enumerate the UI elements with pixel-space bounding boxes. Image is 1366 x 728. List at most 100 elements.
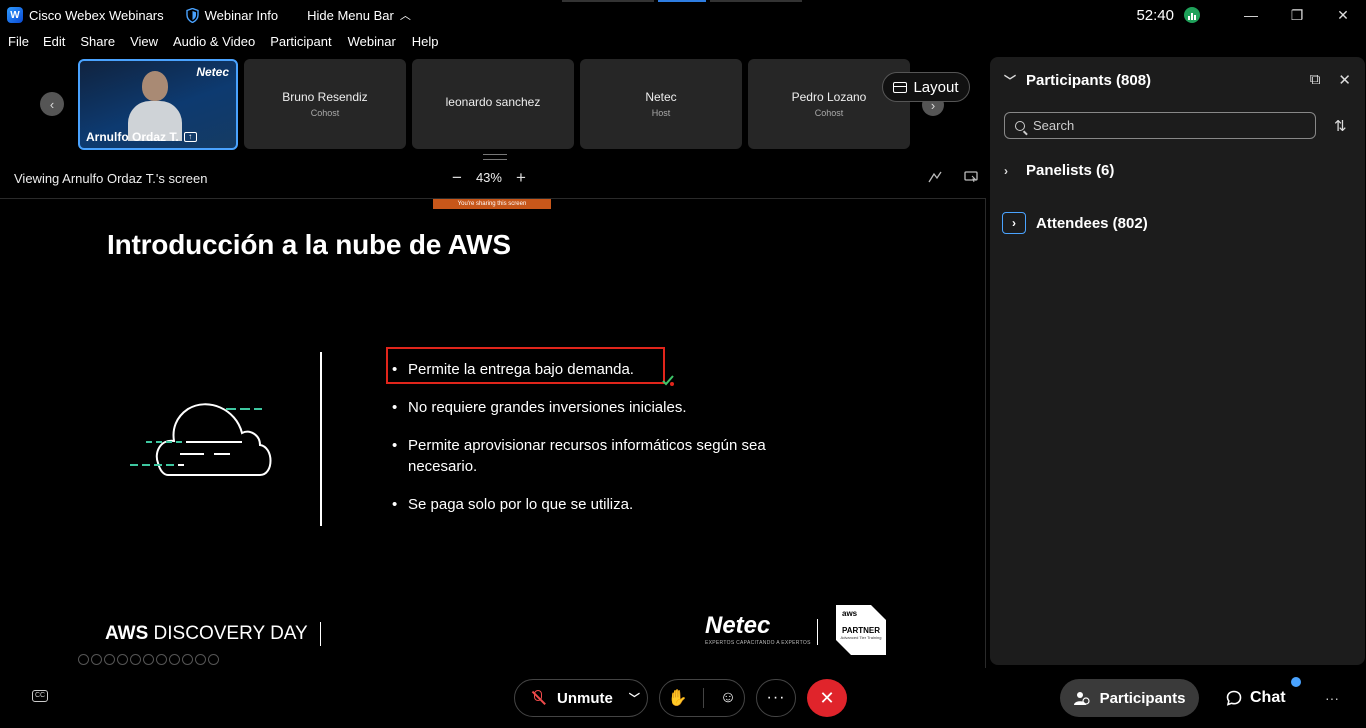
pop-out-icon[interactable]: ⧉: [1310, 71, 1321, 89]
chevron-down-icon[interactable]: ﹀: [629, 690, 640, 706]
slide-bullet: No requiere grandes inversiones iniciale…: [390, 397, 810, 418]
video-brand-text: Netec: [196, 65, 229, 79]
tile-role: Host: [651, 108, 671, 118]
top-indicator: [562, 0, 802, 3]
viewing-label: Viewing Arnulfo Ordaz T.'s screen: [14, 171, 208, 186]
zoom-control: − 43% +: [452, 169, 526, 186]
slide-bullet: Se paga solo por lo que se utiliza.: [390, 494, 810, 515]
slide-title: Introducción a la nube de AWS: [107, 229, 511, 260]
layout-button[interactable]: Layout: [882, 72, 970, 102]
footer-aws-bold: AWS: [105, 623, 149, 645]
shared-screen[interactable]: You're sharing this screen Introducción …: [0, 198, 986, 668]
attendees-label: Attendees (802): [1036, 214, 1148, 232]
participants-icon: [1073, 691, 1090, 705]
chat-button[interactable]: Chat: [1226, 679, 1286, 717]
menu-view[interactable]: View: [130, 34, 158, 54]
search-placeholder: Search: [1033, 118, 1075, 133]
app-title: W Cisco Webex Webinars: [7, 7, 164, 23]
webinar-info-button[interactable]: Webinar Info: [185, 7, 278, 23]
participant-search-input[interactable]: Search: [1004, 112, 1316, 139]
partner-label: PARTNER: [841, 626, 881, 635]
menu-participant[interactable]: Participant: [270, 34, 331, 54]
unmute-button[interactable]: Unmute ﹀: [514, 679, 648, 717]
participants-title: Participants (808): [1026, 72, 1152, 89]
chat-icon: [1226, 690, 1242, 706]
minimize-button[interactable]: —: [1228, 0, 1274, 30]
cloud-icon: [130, 403, 272, 476]
hide-menu-bar-button[interactable]: Hide Menu Bar ︿: [307, 7, 411, 23]
slide-divider: [320, 352, 322, 526]
tile-name: Pedro Lozano: [791, 90, 867, 104]
menu-file[interactable]: File: [8, 34, 29, 54]
control-bar: CC Unmute ﹀ ✋ ☺ ··· ✕ Participants Chat …: [0, 668, 1366, 728]
menu-edit[interactable]: Edit: [43, 34, 65, 54]
attendees-group[interactable]: › Attendees (802): [1002, 212, 1148, 234]
partner-aws: aws: [842, 609, 858, 618]
menu-webinar[interactable]: Webinar: [348, 34, 396, 54]
sharing-banner[interactable]: You're sharing this screen: [433, 199, 551, 209]
app-name: Cisco Webex Webinars: [29, 7, 164, 23]
chevron-right-icon: ›: [1004, 163, 1008, 178]
close-window-button[interactable]: ✕: [1320, 0, 1366, 30]
network-stats-icon[interactable]: [1184, 7, 1200, 23]
annotate-icon[interactable]: [928, 171, 942, 183]
session-timer: 52:40: [1136, 6, 1174, 24]
layout-icon: [893, 81, 908, 93]
video-tile-name: Arnulfo Ordaz T.: [86, 130, 179, 144]
screen-share-icon: ↑: [183, 132, 197, 142]
panelists-group[interactable]: › Panelists (6): [1004, 162, 1114, 179]
unmute-label: Unmute: [557, 689, 613, 707]
participants-header[interactable]: ﹀ Participants (808): [1004, 72, 1151, 89]
participant-tile[interactable]: Netec Host: [580, 59, 742, 149]
participant-tile[interactable]: Bruno Resendiz Cohost: [244, 59, 406, 149]
restore-button[interactable]: ❐: [1274, 0, 1320, 30]
raise-hand-icon[interactable]: ✋: [668, 688, 688, 708]
menu-audio-video[interactable]: Audio & Video: [173, 34, 255, 54]
participant-tile[interactable]: leonardo sanchez: [412, 59, 574, 149]
annotation-highlight-box: [386, 347, 665, 384]
title-bar: W Cisco Webex Webinars Webinar Info Hide…: [0, 0, 1366, 30]
menu-share[interactable]: Share: [80, 34, 115, 54]
close-icon: ✕: [819, 687, 835, 708]
netec-logo-text: Netec: [705, 612, 771, 639]
menu-bar: File Edit Share View Audio & Video Parti…: [0, 34, 439, 54]
zoom-value: 43%: [475, 170, 502, 185]
participants-panel: ﹀ Participants (808) ⧉ ✕ Search ⇅ › Pane…: [990, 57, 1365, 665]
search-icon: [1015, 120, 1025, 131]
remote-control-icon[interactable]: [964, 171, 978, 183]
participant-strip: ‹ Netec Arnulfo Ordaz T. ↑ Bruno Resendi…: [0, 58, 986, 152]
mic-off-icon: [531, 690, 546, 706]
close-panel-icon[interactable]: ✕: [1338, 71, 1351, 89]
tile-name: Netec: [645, 90, 677, 104]
strip-resize-handle[interactable]: [483, 154, 507, 160]
leave-meeting-button[interactable]: ✕: [807, 679, 847, 717]
slide-nav-controls[interactable]: [78, 654, 219, 665]
chat-notification-badge: [1291, 677, 1301, 687]
hide-menu-label: Hide Menu Bar: [307, 7, 394, 23]
strip-prev-button[interactable]: ‹: [40, 92, 64, 116]
reactions-icon[interactable]: ☺: [720, 689, 736, 707]
participants-toggle-button[interactable]: Participants: [1060, 679, 1199, 717]
zoom-out-button[interactable]: −: [452, 169, 462, 186]
netec-tagline: EXPERTOS CAPACITANDO A EXPERTOS: [705, 640, 811, 646]
tile-role: Cohost: [310, 108, 340, 118]
footer-aws-rest: DISCOVERY DAY: [148, 623, 308, 645]
chevron-up-icon: ︿: [399, 10, 411, 22]
partner-sub: Advanced Tier Training: [840, 635, 882, 640]
chevron-down-icon: ﹀: [1004, 74, 1017, 88]
netec-logo: Netec EXPERTOS CAPACITANDO A EXPERTOS: [705, 612, 811, 646]
aws-discovery-day-logo: AWS DISCOVERY DAY: [105, 622, 321, 646]
layout-label: Layout: [913, 78, 959, 96]
tile-name: leonardo sanchez: [445, 95, 541, 109]
video-tile-active-speaker[interactable]: Netec Arnulfo Ordaz T. ↑: [78, 59, 238, 150]
captions-button[interactable]: CC: [32, 690, 48, 702]
menu-help[interactable]: Help: [412, 34, 439, 54]
more-options-button[interactable]: ···: [756, 679, 796, 717]
shield-icon: [185, 7, 199, 23]
participant-tile[interactable]: Pedro Lozano Cohost: [748, 59, 910, 149]
sort-icon[interactable]: ⇅: [1334, 117, 1347, 135]
zoom-in-button[interactable]: +: [516, 169, 526, 186]
slide-bullet: Permite aprovisionar recursos informátic…: [390, 435, 785, 477]
aws-partner-badge: aws PARTNER Advanced Tier Training: [836, 605, 886, 655]
overflow-menu-button[interactable]: ···: [1325, 690, 1339, 706]
